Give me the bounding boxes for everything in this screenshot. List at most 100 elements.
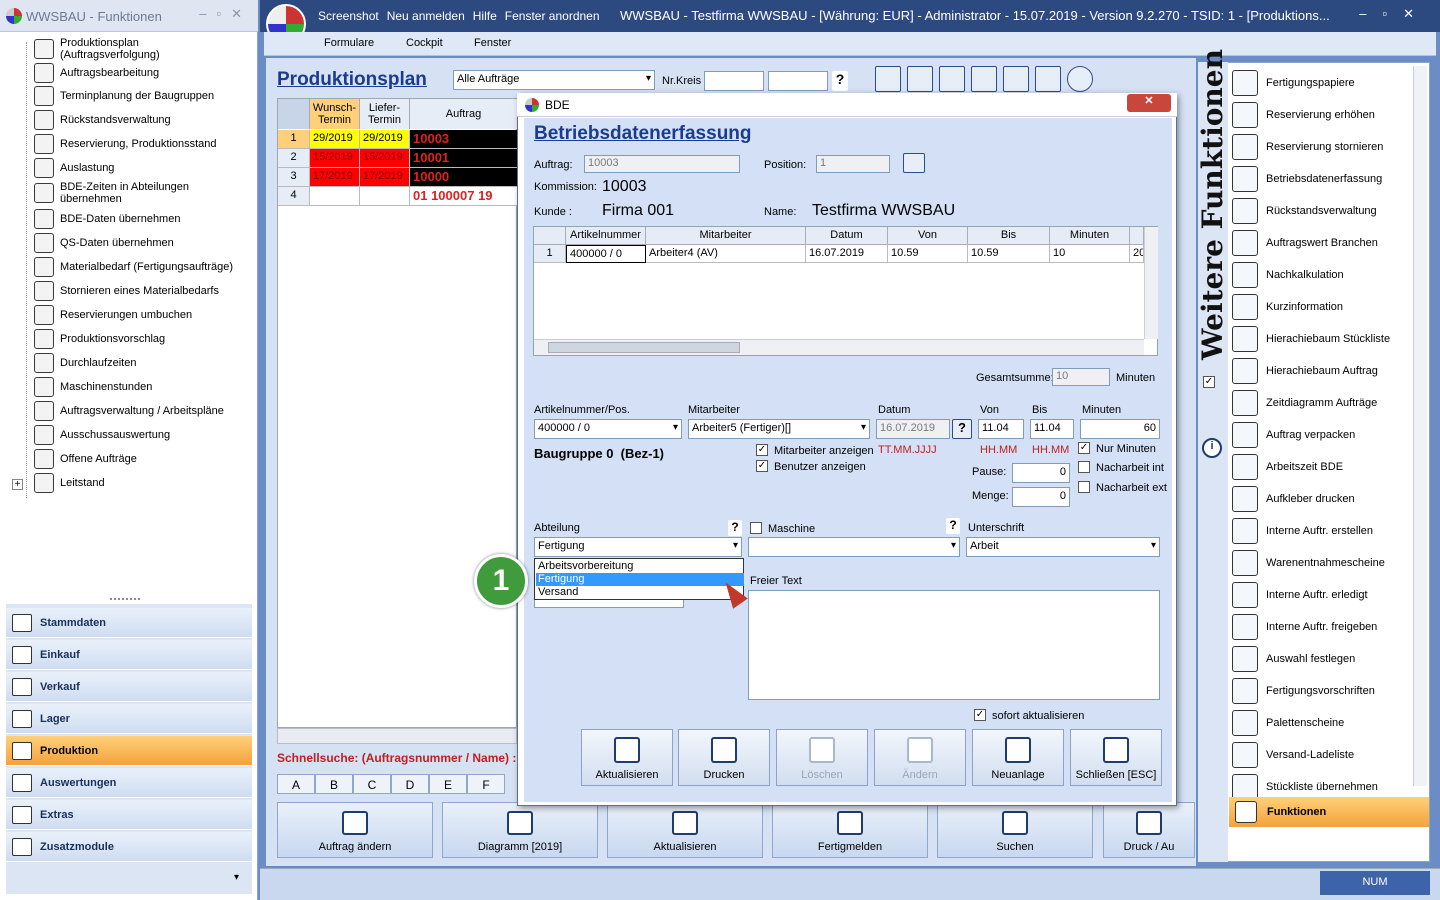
column-header-bis[interactable]: Bis: [968, 227, 1050, 245]
menu-fenster[interactable]: Fenster: [474, 37, 511, 49]
grid-hscrollbar[interactable]: [534, 339, 1144, 355]
screenshot-button[interactable]: Screenshot: [318, 9, 379, 23]
pin-checkbox[interactable]: ✓: [1203, 376, 1215, 388]
action-button-5[interactable]: Druck / Au: [1103, 802, 1195, 858]
nav-lager[interactable]: Lager: [6, 704, 252, 734]
column-header-artikel[interactable]: Artikelnummer: [566, 227, 646, 245]
letter-button[interactable]: F: [467, 774, 505, 794]
tree-item[interactable]: Stornieren eines Materialbedarfs: [34, 280, 219, 302]
relogin-button[interactable]: Neu anmelden: [387, 9, 465, 23]
help-icon[interactable]: ?: [952, 419, 972, 439]
dropdown-option[interactable]: Fertigung: [536, 573, 744, 586]
freitext-area[interactable]: [748, 590, 1160, 700]
function-item[interactable]: Fertigungsvorschriften: [1232, 675, 1408, 707]
copy-icon[interactable]: [971, 66, 997, 92]
expand-icon[interactable]: [1035, 66, 1061, 92]
tree-item[interactable]: Auslastung: [34, 157, 114, 179]
nrkreis-to-input[interactable]: [768, 71, 828, 91]
table-row[interactable]: 1 29/2019 29/2019 10003: [278, 130, 518, 149]
unterschrift-select[interactable]: Arbeit: [966, 537, 1160, 557]
action-button-3[interactable]: Fertigmelden: [772, 802, 928, 858]
nav-zusatzmodule[interactable]: Zusatzmodule: [6, 832, 252, 862]
functions-window-titlebar[interactable]: WWSBAU - Funktionen –▫✕: [0, 0, 258, 32]
table-row[interactable]: 2 15/2019 15/2019 10001: [278, 149, 518, 168]
function-item[interactable]: Palettenscheine: [1232, 707, 1408, 739]
tree-item[interactable]: Produktionsplan (Auftragsverfolgung): [34, 37, 160, 61]
column-header-mitarbeiter[interactable]: Mitarbeiter: [646, 227, 806, 245]
tree-item[interactable]: Leitstand: [34, 472, 105, 494]
column-header-auftrag[interactable]: Auftrag: [410, 99, 518, 129]
tree-item[interactable]: Produktionsvorschlag: [34, 328, 165, 350]
tree-item[interactable]: Terminplanung der Baugruppen: [34, 85, 214, 107]
print-icon[interactable]: [875, 66, 901, 92]
tree-item[interactable]: Auftragsbearbeitung: [34, 62, 159, 84]
function-item[interactable]: Hierachiebaum Auftrag: [1232, 355, 1408, 387]
letter-button[interactable]: C: [353, 774, 391, 794]
nav-produktion[interactable]: Produktion: [6, 736, 252, 766]
function-item[interactable]: Interne Auftr. erstellen: [1232, 515, 1408, 547]
action-button-1[interactable]: Diagramm [2019]: [442, 802, 598, 858]
mitarbeiter-anzeigen-checkbox[interactable]: ✓: [756, 444, 768, 456]
nav-stammdaten[interactable]: Stammdaten: [6, 608, 252, 638]
help-icon[interactable]: ?: [728, 520, 742, 536]
close-icon[interactable]: ✕: [1127, 94, 1171, 112]
help-button[interactable]: Hilfe: [473, 9, 497, 23]
sofort-aktualisieren-checkbox[interactable]: ✓: [974, 709, 986, 721]
tree-item[interactable]: BDE-Daten übernehmen: [34, 208, 180, 230]
functions-tab[interactable]: Funktionen: [1229, 797, 1429, 827]
letter-button[interactable]: D: [391, 774, 429, 794]
function-item[interactable]: Aufkleber drucken: [1232, 483, 1408, 515]
scroll-thumb[interactable]: [548, 342, 740, 353]
tree-item[interactable]: Rückstandsverwaltung: [34, 109, 171, 131]
tree-item[interactable]: BDE-Zeiten in Abteilungen übernehmen: [34, 181, 189, 205]
function-item[interactable]: Auftrag verpacken: [1232, 419, 1408, 451]
column-header-datum[interactable]: Datum: [806, 227, 888, 245]
chevron-down-icon[interactable]: ▾: [234, 872, 239, 883]
menu-formulare[interactable]: Formulare: [324, 37, 374, 49]
grid-vscrollbar[interactable]: [1144, 227, 1158, 339]
function-item[interactable]: Betriebsdatenerfassung: [1232, 163, 1408, 195]
dropdown-option[interactable]: Arbeitsvorbereitung: [536, 560, 744, 573]
nav-einkauf[interactable]: Einkauf: [6, 640, 252, 670]
function-item[interactable]: Reservierung stornieren: [1232, 131, 1408, 163]
tree-item[interactable]: QS-Daten übernehmen: [34, 232, 174, 254]
ändern-button[interactable]: Ändern: [874, 729, 966, 786]
function-item[interactable]: Hierachiebaum Stückliste: [1232, 323, 1408, 355]
arrange-windows-button[interactable]: Fenster anordnen: [505, 9, 600, 23]
maschine-select[interactable]: [748, 537, 960, 557]
minuten-field[interactable]: 60: [1080, 419, 1160, 439]
table-row[interactable]: 1 400000 / 0 Arbeiter4 (AV) 16.07.2019 10.59…: [534, 245, 1144, 263]
menge-field[interactable]: 0: [1012, 487, 1070, 507]
function-item[interactable]: Zeitdiagramm Aufträge: [1232, 387, 1408, 419]
mitarbeiter-select[interactable]: Arbeiter5 (Fertiger)[]: [688, 419, 870, 439]
tree-item[interactable]: Reservierungen umbuchen: [34, 304, 192, 326]
screen-icon[interactable]: [907, 66, 933, 92]
von-field[interactable]: 11.04: [978, 419, 1024, 439]
order-filter-select[interactable]: Alle Aufträge: [453, 70, 655, 90]
action-button-0[interactable]: Auftrag ändern: [277, 802, 433, 858]
tree-item[interactable]: Materialbedarf (Fertigungsaufträge): [34, 256, 233, 278]
datum-field[interactable]: 16.07.2019: [876, 419, 950, 439]
info-card-icon[interactable]: [939, 66, 965, 92]
column-header-von[interactable]: Von: [888, 227, 968, 245]
function-item[interactable]: Interne Auftr. erledigt: [1232, 579, 1408, 611]
table-row[interactable]: 4 01 100007 19: [278, 187, 518, 206]
nav-auswertungen[interactable]: Auswertungen: [6, 768, 252, 798]
benutzer-anzeigen-checkbox[interactable]: ✓: [756, 460, 768, 472]
function-item[interactable]: Auftragswert Branchen: [1232, 227, 1408, 259]
löschen-button[interactable]: Löschen: [776, 729, 868, 786]
binoculars-icon[interactable]: [903, 153, 925, 173]
grid-hscrollbar[interactable]: [277, 728, 517, 744]
column-header-minuten[interactable]: Minuten: [1050, 227, 1130, 245]
main-titlebar[interactable]: Screenshot Neu anmelden Hilfe Fenster an…: [260, 0, 1440, 44]
tree-item[interactable]: Ausschussauswertung: [34, 424, 170, 446]
drucken-button[interactable]: Drucken: [678, 729, 770, 786]
window-controls[interactable]: –▫✕: [199, 6, 252, 22]
pause-field[interactable]: 0: [1012, 463, 1070, 483]
bis-field[interactable]: 11.04: [1030, 419, 1074, 439]
nav-verkauf[interactable]: Verkauf: [6, 672, 252, 702]
nrkreis-from-input[interactable]: [704, 71, 764, 91]
maschine-checkbox[interactable]: [750, 522, 762, 534]
auftrag-field[interactable]: 10003: [584, 155, 740, 173]
position-field[interactable]: 1: [816, 155, 890, 173]
